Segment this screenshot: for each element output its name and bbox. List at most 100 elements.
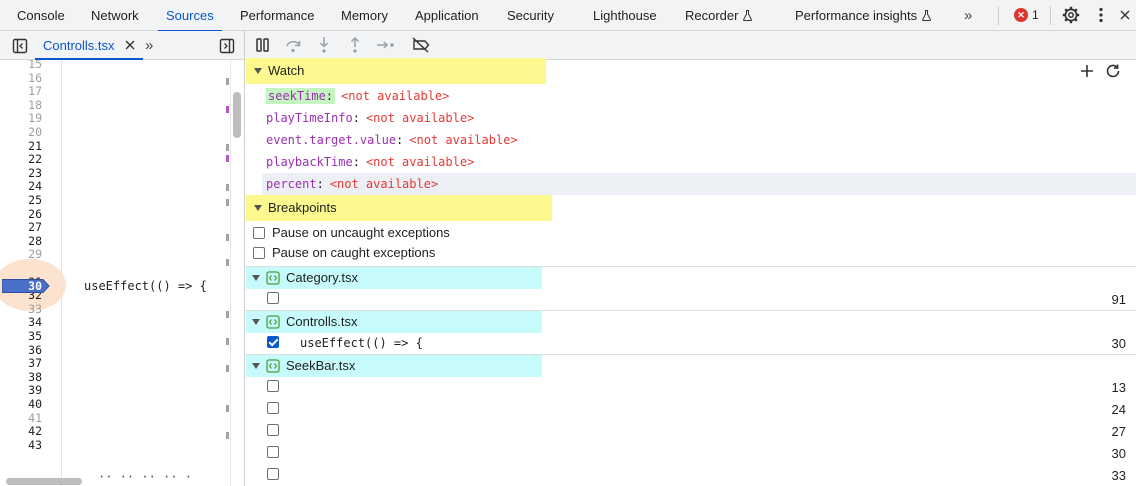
toggle-navigator-icon[interactable] <box>12 38 28 54</box>
breakpoint-code[interactable]: useEffect(() => { <box>300 335 423 351</box>
breakpoint-line-number[interactable]: 91 <box>1112 292 1126 308</box>
breakpoint-line-number[interactable]: 30 <box>1112 446 1126 462</box>
breakpoint-file-group[interactable]: SeekBar.tsx <box>246 355 542 377</box>
line-number[interactable]: 18 <box>0 98 42 113</box>
pause-caught-checkbox[interactable] <box>253 247 265 259</box>
line-number[interactable]: 33 <box>0 302 42 317</box>
code-editor[interactable]: 1516171819202122232425262728293132333435… <box>0 60 244 486</box>
pause-uncaught-checkbox[interactable] <box>253 227 265 239</box>
line-number[interactable]: 40 <box>0 397 42 412</box>
line-number[interactable]: 25 <box>0 193 42 208</box>
line-number[interactable]: 15 <box>0 60 42 72</box>
more-tabs-button[interactable]: » <box>964 0 973 31</box>
tab-security[interactable]: Security <box>507 0 554 31</box>
breakpoint-file-group[interactable]: Category.tsx <box>246 267 542 289</box>
step-out-icon[interactable] <box>345 36 365 54</box>
tab-performance[interactable]: Performance <box>240 0 314 31</box>
line-number[interactable]: 27 <box>0 221 42 235</box>
tab-sources[interactable]: Sources <box>158 0 222 32</box>
ruler-mark <box>226 405 229 412</box>
toggle-debugger-icon[interactable] <box>219 38 235 54</box>
horizontal-scrollbar-thumb[interactable] <box>6 478 82 485</box>
line-number[interactable]: 16 <box>0 71 42 86</box>
tab-application[interactable]: Application <box>415 0 479 31</box>
deactivate-breakpoints-icon[interactable] <box>411 36 431 54</box>
step-icon[interactable] <box>376 36 396 54</box>
line-number[interactable]: 41 <box>0 411 42 426</box>
step-into-icon[interactable] <box>314 36 334 54</box>
code-line-30[interactable]: useEffect(() => { <box>84 279 207 293</box>
tab-memory[interactable]: Memory <box>341 0 388 31</box>
line-number[interactable]: 35 <box>0 329 42 344</box>
line-number[interactable]: 17 <box>0 85 42 99</box>
breakpoints-section-header[interactable]: Breakpoints <box>246 195 552 221</box>
error-count[interactable]: 1 <box>1032 0 1039 31</box>
tab-console[interactable]: Console <box>17 0 65 31</box>
code-fragment: ·· ·· ·· ·· · <box>98 470 192 484</box>
line-number[interactable]: 20 <box>0 125 42 140</box>
editor-file-tab[interactable]: Controlls.tsx <box>35 31 142 60</box>
breakpoint-line-number[interactable]: 27 <box>1112 424 1126 440</box>
line-number-gutter[interactable]: 1516171819202122232425262728293132333435… <box>0 60 50 486</box>
ruler-mark <box>226 155 229 162</box>
tab-recorder[interactable]: Recorder <box>685 0 753 31</box>
line-number[interactable]: 36 <box>0 343 42 358</box>
close-file-icon[interactable] <box>124 39 136 51</box>
breakpoint-checkbox[interactable] <box>267 380 279 392</box>
breakpoint-file-group[interactable]: Controlls.tsx <box>246 311 542 333</box>
line-number[interactable]: 38 <box>0 370 42 385</box>
error-icon[interactable]: ✕ <box>1014 8 1028 22</box>
line-number[interactable]: 37 <box>0 357 42 371</box>
ruler-mark <box>226 234 229 241</box>
watch-expression[interactable]: playbackTime: <not available> <box>262 151 474 173</box>
breakpoint-line-number[interactable]: 24 <box>1112 402 1126 418</box>
pause-icon[interactable] <box>253 36 273 54</box>
step-over-icon[interactable] <box>283 36 303 54</box>
breakpoint-checkbox[interactable] <box>267 468 279 480</box>
breakpoint-checkbox[interactable] <box>267 402 279 414</box>
refresh-icon[interactable] <box>1105 63 1121 79</box>
line-number[interactable]: 42 <box>0 425 42 439</box>
line-number[interactable]: 19 <box>0 112 42 126</box>
tab-lighthouse[interactable]: Lighthouse <box>593 0 657 31</box>
collapse-triangle-icon <box>252 275 260 281</box>
breakpoint-line-number[interactable]: 33 <box>1112 468 1126 484</box>
file-icon <box>266 315 280 329</box>
gear-icon[interactable] <box>1062 6 1080 24</box>
line-number[interactable]: 22 <box>0 153 42 167</box>
tab-recorder-label: Recorder <box>685 8 739 23</box>
line-number[interactable]: 23 <box>0 166 42 181</box>
pane-divider[interactable] <box>244 31 245 486</box>
breakpoint-checkbox[interactable] <box>267 292 279 304</box>
vertical-scrollbar-thumb[interactable] <box>233 92 241 138</box>
kebab-menu-icon[interactable] <box>1094 6 1108 24</box>
line-number[interactable]: 28 <box>0 234 42 249</box>
pause-caught-label[interactable]: Pause on caught exceptions <box>272 245 435 261</box>
breakpoint-line-number[interactable]: 30 <box>2 279 42 293</box>
add-icon[interactable] <box>1079 63 1095 79</box>
watch-expression[interactable]: percent: <not available> <box>262 173 438 195</box>
watch-expression[interactable]: playTimeInfo: <not available> <box>262 107 474 129</box>
more-files-button[interactable]: » <box>145 31 154 60</box>
tab-network[interactable]: Network <box>91 0 139 31</box>
close-devtools-icon[interactable] <box>1118 7 1132 23</box>
watch-expression[interactable]: event.target.value: <not available> <box>262 129 518 151</box>
tab-performance-insights[interactable]: Performance insights <box>795 0 932 31</box>
line-number[interactable]: 29 <box>0 248 42 262</box>
line-number[interactable]: 34 <box>0 316 42 330</box>
breakpoint-line-number[interactable]: 30 <box>1112 336 1126 352</box>
watch-section-header[interactable]: Watch <box>246 58 546 84</box>
line-number[interactable]: 21 <box>0 139 42 154</box>
line-number[interactable]: 26 <box>0 207 42 222</box>
watch-expression[interactable]: seekTime: <not available> <box>262 85 449 107</box>
breakpoint-checkbox[interactable] <box>267 446 279 458</box>
breakpoint-checkbox[interactable] <box>267 336 279 348</box>
line-number[interactable]: 43 <box>0 438 42 453</box>
breakpoint-line-number[interactable]: 13 <box>1112 380 1126 396</box>
devtools-tab-bar: Console Network Sources Performance Memo… <box>0 0 1136 32</box>
watch-value: <not available> <box>341 89 450 103</box>
breakpoint-checkbox[interactable] <box>267 424 279 436</box>
pause-uncaught-label[interactable]: Pause on uncaught exceptions <box>272 225 450 241</box>
line-number[interactable]: 24 <box>0 180 42 194</box>
line-number[interactable]: 39 <box>0 384 42 398</box>
